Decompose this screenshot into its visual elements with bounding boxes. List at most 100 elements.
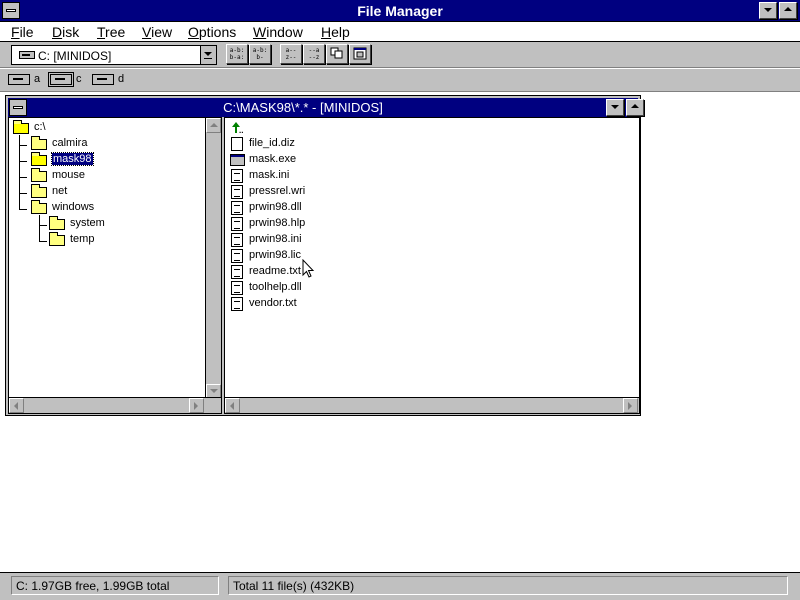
tree-item-label: calmira xyxy=(52,137,88,149)
file-horizontal-scrollbar[interactable] xyxy=(225,397,639,413)
tree-scroll-up-button[interactable] xyxy=(206,118,221,133)
drive-bar-divider xyxy=(0,91,800,92)
menu-help-label: elp xyxy=(331,24,350,40)
minimize-icon xyxy=(764,8,772,12)
arrow-right-icon xyxy=(194,402,198,410)
tree-item-label: windows xyxy=(52,201,95,213)
menu-disk-key: D xyxy=(52,24,63,40)
directory-tree-pane[interactable]: c:\ calmira mask98 mouse net windows sys… xyxy=(8,117,222,414)
tree-item-label: mouse xyxy=(52,169,86,181)
menu-disk[interactable]: Disk xyxy=(52,24,79,40)
copy-disk-button[interactable] xyxy=(326,44,348,64)
file-icon xyxy=(231,137,243,151)
properties-icon xyxy=(353,47,367,60)
arrow-right-icon xyxy=(628,402,632,410)
maximize-icon xyxy=(631,104,639,108)
connect-network-drive-button[interactable]: a-b: b-a: xyxy=(226,44,248,64)
arrow-left-icon xyxy=(14,402,18,410)
file-label: file_id.diz xyxy=(249,137,295,149)
disk-space-status: C: 1.97GB free, 1.99GB total xyxy=(11,576,219,595)
file-count-status: Total 11 file(s) (432KB) xyxy=(228,576,788,595)
tree-item-label: net xyxy=(52,185,68,197)
menu-tree[interactable]: Tree xyxy=(97,24,125,40)
menu-view[interactable]: View xyxy=(142,24,172,40)
disconnect-drive-icon: a-b: b- xyxy=(252,47,268,61)
tree-connector xyxy=(39,225,47,226)
sort-by-name-icon: a-- z-- xyxy=(285,47,297,61)
tree-connector xyxy=(19,135,20,209)
drive-select-value: C: [MINIDOS] xyxy=(38,49,112,63)
program-icon xyxy=(230,154,245,166)
arrow-down-icon xyxy=(210,389,218,393)
tree-vertical-scrollbar[interactable] xyxy=(205,118,221,399)
file-label: toolhelp.dll xyxy=(249,281,302,293)
open-folder-icon xyxy=(31,152,47,166)
file-scroll-right-button[interactable] xyxy=(623,398,638,413)
tree-item-label: system xyxy=(70,217,105,229)
file-label: prwin98.hlp xyxy=(249,217,306,229)
minimize-button[interactable] xyxy=(759,2,777,19)
menu-tree-label: ree xyxy=(105,24,126,40)
maximize-button[interactable] xyxy=(779,2,797,19)
tree-item-label: temp xyxy=(70,233,95,245)
menu-disk-label: isk xyxy=(62,24,80,40)
menu-view-label: iew xyxy=(151,24,173,40)
tree-connector xyxy=(39,215,40,241)
minimize-icon xyxy=(611,105,619,109)
hard-drive-icon xyxy=(19,51,35,59)
sort-by-name-button[interactable]: a-- z-- xyxy=(280,44,302,64)
mouse-pointer-icon xyxy=(302,259,315,278)
toolbar: C: [MINIDOS] a-b: b-a: a-b: b- a-- z-- -… xyxy=(0,42,800,68)
menu-options-key: O xyxy=(188,24,199,40)
menu-file-key: F xyxy=(11,24,20,40)
disconnect-network-drive-button[interactable]: a-b: b- xyxy=(249,44,271,64)
dropdown-underline xyxy=(204,58,212,59)
tree-scroll-right-button[interactable] xyxy=(189,398,204,413)
properties-button[interactable] xyxy=(349,44,371,64)
child-minimize-button[interactable] xyxy=(606,99,624,116)
file-list-pane[interactable]: .. file_id.diz mask.exe mask.ini pressre… xyxy=(224,117,640,414)
file-label: prwin98.lic xyxy=(249,249,301,261)
folder-icon xyxy=(31,200,47,214)
document-icon xyxy=(231,169,243,183)
menu-window[interactable]: Window xyxy=(253,24,303,40)
menu-window-label: indow xyxy=(266,24,303,40)
menu-options-label: ptions xyxy=(198,24,237,40)
tree-scroll-left-button[interactable] xyxy=(9,398,24,413)
document-icon xyxy=(231,281,243,295)
directory-window: C:\MASK98\*.* - [MINIDOS] c:\ calmira ma… xyxy=(5,95,644,416)
document-icon xyxy=(231,233,243,247)
connect-drive-icon: a-b: b-a: xyxy=(229,47,245,61)
child-maximize-button[interactable] xyxy=(626,99,644,116)
drive-c-label: c xyxy=(76,73,82,85)
sort-by-type-button[interactable]: --a --z xyxy=(303,44,325,64)
hard-drive-icon xyxy=(48,72,74,87)
folder-icon xyxy=(49,216,65,230)
document-icon xyxy=(231,217,243,231)
tree-item-label: mask98 xyxy=(51,152,94,166)
drive-select[interactable]: C: [MINIDOS] xyxy=(11,45,217,65)
menu-file-label: ile xyxy=(19,24,34,40)
file-label: readme.txt xyxy=(249,265,301,277)
directory-window-title-bar[interactable]: C:\MASK98\*.* - [MINIDOS] xyxy=(8,98,644,117)
tree-connector xyxy=(39,241,47,242)
drive-d-label: d xyxy=(118,73,125,85)
file-label: prwin98.dll xyxy=(249,201,302,213)
cdrom-drive-icon xyxy=(92,74,114,85)
menu-tree-key: T xyxy=(97,24,106,40)
folder-icon xyxy=(49,232,65,246)
menu-help[interactable]: Help xyxy=(321,24,350,40)
tree-item-label: c:\ xyxy=(34,121,46,133)
up-directory-icon: .. xyxy=(230,121,246,135)
status-bar: C: 1.97GB free, 1.99GB total Total 11 fi… xyxy=(0,572,800,600)
file-scroll-left-button[interactable] xyxy=(225,398,240,413)
menu-view-key: V xyxy=(142,24,152,40)
drive-select-dropdown-button[interactable] xyxy=(200,46,216,64)
document-icon xyxy=(231,201,243,215)
document-icon xyxy=(231,265,243,279)
menu-options[interactable]: Options xyxy=(188,24,236,40)
menu-file[interactable]: File xyxy=(11,24,34,40)
maximize-icon xyxy=(784,7,792,11)
file-label: pressrel.wri xyxy=(249,185,306,197)
tree-horizontal-scrollbar[interactable] xyxy=(9,397,221,413)
